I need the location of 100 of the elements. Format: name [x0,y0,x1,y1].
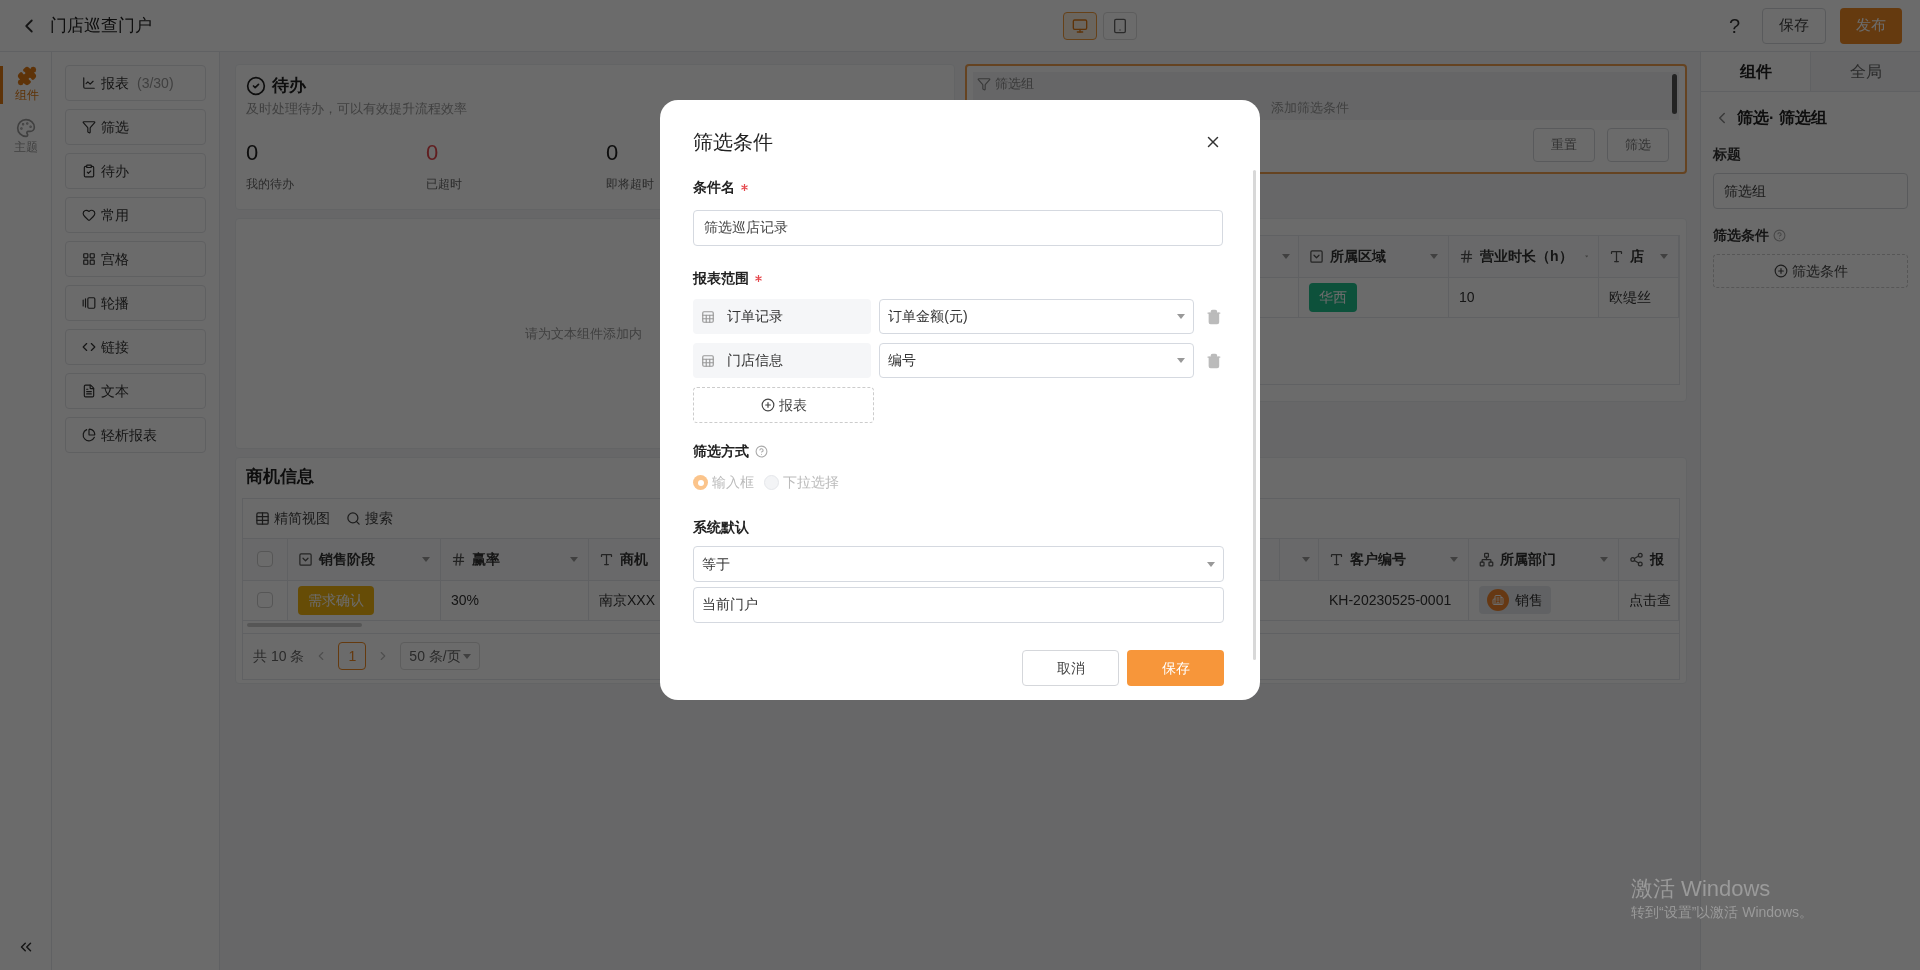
cancel-button[interactable]: 取消 [1022,650,1119,686]
table-cell-text: 30% [451,590,480,610]
title-input[interactable]: 筛选组 [1713,173,1908,209]
clipboard-icon [82,164,96,178]
component-item[interactable]: 筛选 [65,109,206,145]
table-cell-text: 10 [1459,288,1475,307]
view-button[interactable]: 精简视图 [255,507,330,529]
condition-name-input[interactable]: 筛选巡店记录 [693,210,1223,246]
caret-icon [462,653,471,659]
desktop-view-button[interactable] [1062,11,1097,40]
field-select[interactable]: 订单金额(元) [879,299,1195,334]
filter-icon [977,77,991,91]
save-button[interactable]: 保存 [1762,7,1826,44]
table-cell-text: KH-20230525-0001 [1329,590,1452,610]
caret-icon [1177,314,1186,319]
component-item[interactable]: 轮播 [65,285,206,321]
department-tag: 销售 [1479,586,1551,614]
help-button[interactable]: ? [1728,10,1740,41]
monitor-icon [1071,17,1088,34]
card-title: 待办 [272,75,306,97]
caret-icon [1450,556,1458,562]
status-tag: 华西 [1309,283,1357,312]
pie-chart-icon [82,428,96,442]
caret-icon [1282,254,1290,259]
caret-icon [1207,561,1215,567]
caret-icon [570,556,578,562]
scrollbar-thumb[interactable] [1672,74,1677,114]
component-item[interactable]: 宫格 [65,241,206,277]
page-title: 门店巡查门户 [50,14,152,37]
caret-icon [1302,556,1310,562]
column-header[interactable]: 所属部门 [1469,538,1619,580]
stat-value: 0 [426,139,439,167]
table-cell-text: 点击查 [1629,590,1671,610]
column-header[interactable]: 营业时长（h） [1449,236,1599,277]
number-field-icon [1459,249,1474,264]
heart-icon [82,208,96,222]
palette-icon [15,118,36,138]
panel-breadcrumb: 筛选· 筛选组 [1737,108,1827,128]
delete-icon[interactable] [1206,308,1222,325]
component-item[interactable]: 常用 [65,197,206,233]
caret-icon [1660,254,1668,259]
page-size-select[interactable]: 50 条/页 [400,642,480,670]
component-item[interactable]: 链接 [65,329,206,365]
org-chart-icon [1479,551,1494,567]
field-label: 条件名 [693,178,735,197]
help-icon[interactable] [755,445,768,458]
text-field-icon [1609,249,1624,264]
add-report-button[interactable]: 报表 [693,387,874,423]
mobile-view-button[interactable] [1102,11,1137,40]
table-cell-text: 南京XXX [599,590,655,610]
column-header[interactable]: 客户编号 [1319,538,1469,580]
add-condition-button[interactable]: 筛选条件 [1713,254,1908,288]
field-label: 筛选条件 [1713,226,1769,245]
caret-icon [1177,358,1186,363]
component-item[interactable]: 待办 [65,153,206,189]
component-item[interactable]: 轻析报表 [65,417,206,453]
search-button[interactable]: 搜索 [346,507,393,529]
column-header[interactable]: 赢率 [441,538,589,580]
operator-select[interactable]: 等于 [693,546,1224,582]
save-button[interactable]: 保存 [1127,650,1224,686]
field-label: 标题 [1713,145,1742,164]
column-header[interactable]: 销售阶段 [288,538,441,580]
column-header[interactable]: 所属区域 [1299,236,1449,277]
carousel-icon [82,296,96,310]
stat-value: 0 [606,139,619,167]
table-icon [701,309,715,324]
delete-icon[interactable] [1206,352,1222,369]
caret-icon [422,556,430,562]
column-header[interactable]: 报 [1619,538,1679,580]
caret-icon [1600,556,1608,562]
panel-tab[interactable]: 全局 [1810,52,1920,91]
puzzle-icon [17,66,37,86]
check-circle-icon [246,75,266,96]
tablet-icon [1111,17,1128,34]
number-field-icon [451,551,466,567]
table-icon [255,510,270,526]
publish-button[interactable]: 发布 [1840,7,1902,44]
component-item[interactable]: 文本 [65,373,206,409]
field-select[interactable]: 编号 [879,343,1195,378]
text-field-icon [1329,551,1344,567]
stat-label: 已超时 [426,176,462,193]
report-chip: 门店信息 [693,343,872,378]
stat-value: 0 [246,139,259,167]
filter-icon [82,120,96,134]
dialog-title: 筛选条件 [693,130,773,155]
plus-circle-icon [1773,264,1788,278]
caret-icon [1430,254,1438,259]
field-label: 报表范围 [693,269,749,288]
plus-circle-icon [760,398,775,412]
report-chip: 订单记录 [693,299,872,334]
column-header[interactable]: 店 [1599,236,1679,277]
card-title: 商机信息 [245,466,315,488]
help-icon[interactable] [1773,229,1786,242]
rail-tab[interactable]: 组件 [0,66,51,104]
dropdown-field-icon [1309,249,1324,264]
page-button[interactable]: 1 [338,642,367,670]
default-value-input[interactable]: 当前门户 [693,587,1224,623]
code-icon [82,340,96,354]
grid-icon [82,252,96,266]
scrollbar-thumb[interactable] [1253,170,1256,660]
